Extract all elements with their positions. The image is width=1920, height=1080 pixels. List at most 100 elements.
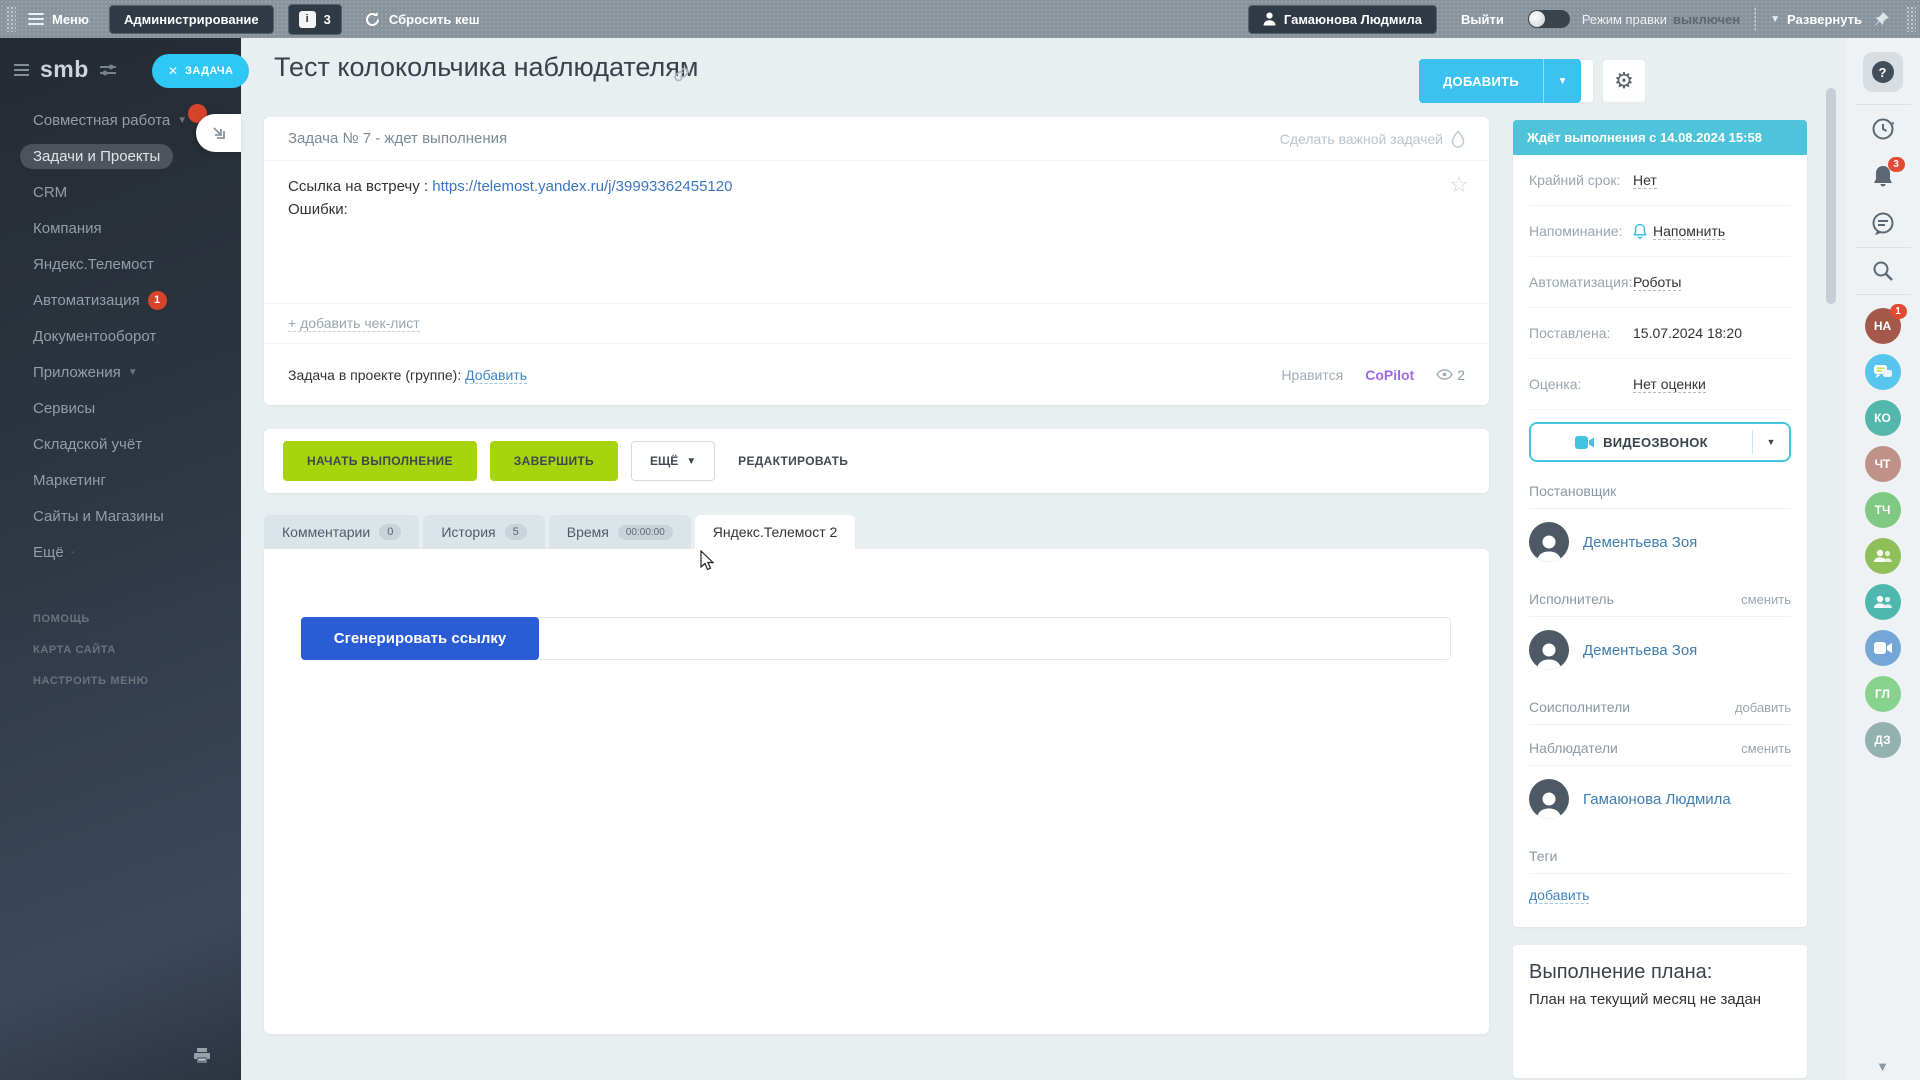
create-task-button[interactable]: ✕ ЗАДАЧА	[152, 54, 249, 88]
like-link[interactable]: Нравится	[1281, 367, 1343, 383]
page-title: Тест колокольчика наблюдателям	[274, 52, 699, 83]
task-status-line: Задача № 7 - ждет выполнения	[288, 130, 507, 147]
recent-chat-avatar[interactable]: НА 1	[1865, 308, 1901, 344]
sidebar-burger-icon[interactable]	[14, 61, 29, 79]
recent-chat-avatar[interactable]: ГЛ	[1865, 676, 1901, 712]
task-side-panel: Ждёт выполнения с 14.08.2024 15:58 Крайн…	[1513, 120, 1807, 1078]
logo[interactable]: smb	[40, 56, 89, 83]
task-settings-button[interactable]: ⚙	[1602, 59, 1646, 103]
sidebar-item-sites[interactable]: Сайты и Магазины	[0, 498, 241, 534]
video-camera-icon	[1575, 436, 1594, 449]
meeting-link[interactable]: https://telemost.yandex.ru/j/39993362455…	[432, 178, 732, 195]
drag-grip-icon[interactable]	[6, 6, 16, 32]
deadline-value[interactable]: Нет	[1633, 172, 1657, 189]
configure-menu-link[interactable]: НАСТРОИТЬ МЕНЮ	[33, 666, 149, 697]
project-add-link[interactable]: Добавить	[465, 367, 527, 384]
help-link[interactable]: ПОМОЩЬ	[33, 604, 149, 635]
reset-cache[interactable]: Сбросить кеш	[389, 12, 480, 27]
plan-card: Выполнение плана: План на текущий месяц …	[1513, 945, 1807, 1078]
start-task-button[interactable]: НАЧАТЬ ВЫПОЛНЕНИЕ	[283, 441, 477, 481]
add-button[interactable]: ДОБАВИТЬ ▼	[1419, 59, 1581, 103]
reminder-bell-icon	[1633, 223, 1647, 239]
sidebar-item-services[interactable]: Сервисы	[0, 390, 241, 426]
rail-scroll-down-icon[interactable]: ▼	[1876, 1059, 1889, 1074]
edit-task-button[interactable]: РЕДАКТИРОВАТЬ	[738, 454, 848, 468]
assignee-name-link[interactable]: Дементьева Зоя	[1583, 642, 1697, 659]
section-coassignees: Соисполнители добавить	[1529, 684, 1791, 725]
sidebar-item-docs[interactable]: Документооборот	[0, 318, 241, 354]
messenger-avatar[interactable]	[1865, 354, 1901, 390]
automation-value[interactable]: Роботы	[1633, 274, 1681, 291]
add-dropdown-button[interactable]: ▼	[1544, 59, 1581, 103]
video-call-button[interactable]: ВИДЕОЗВОНОК ▼	[1529, 422, 1791, 462]
tab-history[interactable]: История 5	[423, 515, 544, 549]
reminder-value[interactable]: Напомнить	[1653, 223, 1725, 240]
recent-chat-avatar[interactable]: ЧТ	[1865, 446, 1901, 482]
people-icon	[1873, 595, 1893, 609]
logout-link[interactable]: Выйти	[1461, 12, 1504, 27]
main-scrollbar[interactable]	[1826, 88, 1836, 304]
search-button[interactable]	[1871, 259, 1895, 283]
copy-link-icon[interactable]	[673, 66, 690, 83]
group-chat-avatar[interactable]	[1865, 584, 1901, 620]
sidebar-item-company[interactable]: Компания	[0, 210, 241, 246]
sidebar-item-crm[interactable]: CRM	[0, 174, 241, 210]
current-user-button[interactable]: Гамаюнова Людмила	[1248, 5, 1437, 34]
expand-link[interactable]: Развернуть	[1787, 12, 1862, 27]
create-task-label: ЗАДАЧА	[185, 65, 233, 77]
rating-value[interactable]: Нет оценки	[1633, 376, 1706, 393]
add-tag-link[interactable]: добавить	[1529, 887, 1589, 904]
filter-icon[interactable]	[100, 63, 116, 77]
copilot-link[interactable]: CoPilot	[1365, 367, 1414, 383]
task-description: Ссылка на встречу : https://telemost.yan…	[264, 161, 1489, 303]
menu-burger-icon[interactable]	[28, 10, 44, 28]
pin-icon[interactable]	[1874, 11, 1890, 27]
favorite-star-icon[interactable]: ☆	[1449, 173, 1469, 196]
notifications-counter-button[interactable]: i 3	[288, 4, 342, 35]
sitemap-link[interactable]: КАРТА САЙТА	[33, 635, 149, 666]
drag-grip-icon[interactable]	[1906, 6, 1916, 32]
sidebar-item-warehouse[interactable]: Складской учёт	[0, 426, 241, 462]
tab-comments[interactable]: Комментарии 0	[264, 515, 419, 549]
add-coassignee-link[interactable]: добавить	[1735, 700, 1791, 715]
change-assignee-link[interactable]: сменить	[1741, 592, 1791, 607]
notifications-bell-button[interactable]: 3	[1871, 164, 1895, 190]
topbar-divider	[1754, 7, 1756, 31]
telemost-tab-panel: Сгенерировать ссылку	[264, 549, 1489, 1034]
topbar-menu[interactable]: Меню	[52, 12, 89, 27]
add-checklist-link[interactable]: + добавить чек-лист	[288, 315, 420, 332]
tab-telemost[interactable]: Яндекс.Телемост 2	[695, 515, 856, 549]
question-icon: ?	[1872, 61, 1894, 83]
video-call-dropdown[interactable]: ▼	[1753, 424, 1789, 460]
sidebar-item-automation[interactable]: Автоматизация 1	[0, 282, 241, 318]
recent-chat-avatar[interactable]: ТЧ	[1865, 492, 1901, 528]
sidebar-item-more[interactable]: Ещё -	[0, 534, 241, 570]
field-reminder: Напоминание: Напомнить	[1529, 206, 1791, 257]
created-value: 15.07.2024 18:20	[1633, 325, 1742, 341]
recent-chat-avatar[interactable]: ДЗ	[1865, 722, 1901, 758]
more-button[interactable]: ЕЩЁ ▼	[631, 441, 715, 481]
refresh-icon[interactable]	[364, 11, 381, 28]
observer-name-link[interactable]: Гамаюнова Людмила	[1583, 791, 1731, 808]
video-chat-avatar[interactable]	[1865, 630, 1901, 666]
history-button[interactable]	[1870, 116, 1896, 142]
field-created: Поставлена: 15.07.2024 18:20	[1529, 308, 1791, 359]
make-important-button[interactable]: Сделать важной задачей	[1280, 130, 1465, 148]
sidebar-item-marketing[interactable]: Маркетинг	[0, 462, 241, 498]
sidebar-collapse-button[interactable]	[196, 114, 241, 152]
recent-chat-avatar[interactable]: КО	[1865, 400, 1901, 436]
sidebar-item-apps[interactable]: Приложения ▼	[0, 354, 241, 390]
tab-time[interactable]: Время 00:00:00	[549, 515, 691, 549]
edit-mode-toggle[interactable]	[1528, 10, 1570, 28]
admin-button[interactable]: Администрирование	[109, 5, 274, 34]
status-banner: Ждёт выполнения с 14.08.2024 15:58	[1513, 120, 1807, 155]
dialogs-button[interactable]	[1870, 212, 1896, 236]
change-observers-link[interactable]: сменить	[1741, 741, 1791, 756]
finish-task-button[interactable]: ЗАВЕРШИТЬ	[490, 441, 618, 481]
author-name-link[interactable]: Дементьева Зоя	[1583, 534, 1697, 551]
printer-icon[interactable]	[193, 1048, 211, 1064]
sidebar-item-telemost[interactable]: Яндекс.Телемост	[0, 246, 241, 282]
help-button[interactable]: ?	[1863, 52, 1903, 92]
generate-link-button[interactable]: Сгенерировать ссылку	[301, 617, 539, 660]
group-chat-avatar[interactable]	[1865, 538, 1901, 574]
